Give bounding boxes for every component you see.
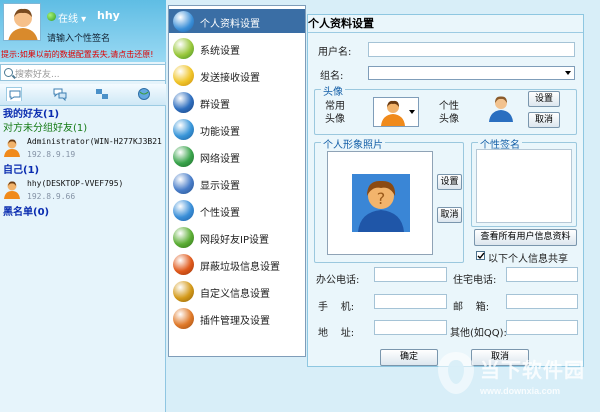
user-avatar[interactable] xyxy=(3,3,41,41)
contact-avatar-icon xyxy=(4,139,20,157)
home-phone-label: 住宅电话: xyxy=(453,275,497,286)
menu-item-function[interactable]: 功能设置 xyxy=(169,117,305,141)
office-phone-label: 办公电话: xyxy=(316,275,360,286)
restore-warning[interactable]: 提示:如果以前的数据配置丢失,请点击还原! xyxy=(0,49,166,61)
photo-set-button[interactable]: 设置 xyxy=(437,174,462,190)
signature-fieldset: 个性签名 xyxy=(471,136,577,227)
custom-avatar-icon xyxy=(487,94,515,122)
mobile-label: 手 机: xyxy=(318,302,355,313)
menu-item-plugin[interactable]: 插件管理及设置 xyxy=(169,306,305,330)
photo-legend: 个人形象照片 xyxy=(321,136,385,151)
avatar-fieldset: 头像 常用 头像 个性 头像 设置 取消 xyxy=(314,83,577,135)
online-status-icon[interactable] xyxy=(47,12,56,21)
photo-cancel-button[interactable]: 取消 xyxy=(437,207,462,223)
avatar-cancel-button[interactable]: 取消 xyxy=(528,112,560,128)
contact-pane: 在线 ▾ hhy 请输入个性签名 提示:如果以前的数据配置丢失,请点击还原! 搜… xyxy=(0,0,166,412)
username-input[interactable] xyxy=(368,42,575,57)
menu-item-display[interactable]: 显示设置 xyxy=(169,171,305,195)
contact-tabs xyxy=(0,84,166,106)
function-icon xyxy=(173,119,194,140)
address-input[interactable] xyxy=(374,320,447,335)
share-checkbox[interactable] xyxy=(476,251,485,260)
contact-name: Administrator(WIN-H277KJ3B21 xyxy=(27,137,162,146)
tab-group-chat-icon[interactable] xyxy=(52,87,68,102)
ip-icon xyxy=(173,227,194,248)
custom-avatar-label: 个性 头像 xyxy=(439,101,459,125)
profile-settings-panel: 个人资料设置 用户名: 组名: 头像 常用 头像 个性 头像 设置 取消 个人形… xyxy=(307,14,584,367)
contact-groups: 我的好友(1) 对方未分组好友(1) Administrator(WIN-H27… xyxy=(0,108,166,220)
group-label: 组名: xyxy=(320,71,344,82)
tab-chat-icon[interactable] xyxy=(6,87,22,101)
address-label: 地 址: xyxy=(318,328,355,339)
photo-fieldset: 个人形象照片 ? 设置 取消 xyxy=(314,136,464,263)
settings-menu: 个人资料设置 系统设置 发送接收设置 群设置 功能设置 网络设置 显示设置 个性… xyxy=(168,5,306,357)
chevron-down-icon xyxy=(562,67,574,79)
default-avatar-icon: ? xyxy=(352,174,410,232)
ok-button[interactable]: 确定 xyxy=(380,349,438,366)
menu-item-block[interactable]: 屏蔽垃圾信息设置 xyxy=(169,252,305,276)
block-icon xyxy=(173,254,194,275)
menu-item-system[interactable]: 系统设置 xyxy=(169,36,305,60)
group-blacklist[interactable]: 黑名单(0) xyxy=(0,206,166,220)
contact-avatar-icon xyxy=(4,181,20,199)
avatar-icon xyxy=(381,100,405,126)
custom-icon xyxy=(173,281,194,302)
menu-item-custom[interactable]: 自定义信息设置 xyxy=(169,279,305,303)
network-icon xyxy=(173,146,194,167)
contact-ip: 192.8.9.66 xyxy=(27,192,76,201)
view-all-users-button[interactable]: 查看所有用户信息资料 xyxy=(474,229,577,246)
menu-item-send-receive[interactable]: 发送接收设置 xyxy=(169,63,305,87)
email-input[interactable] xyxy=(506,294,578,309)
search-icon xyxy=(4,68,13,77)
group-ungrouped[interactable]: 对方未分组好友(1) xyxy=(0,122,166,136)
home-phone-input[interactable] xyxy=(506,267,578,282)
tab-contacts-icon[interactable] xyxy=(94,87,110,101)
group-self[interactable]: 自己(1) xyxy=(0,164,166,178)
contact-ip: 192.8.9.19 xyxy=(27,150,76,159)
svg-text:?: ? xyxy=(377,189,386,208)
tab-globe-icon[interactable] xyxy=(136,87,152,101)
profile-icon xyxy=(173,11,194,32)
share-label: 以下个人信息共享 xyxy=(488,254,568,265)
group-icon xyxy=(173,92,194,113)
avatar-legend: 头像 xyxy=(321,83,345,98)
signature-textarea[interactable] xyxy=(476,149,572,223)
system-icon xyxy=(173,38,194,59)
common-avatar-select[interactable] xyxy=(373,97,419,127)
mobile-input[interactable] xyxy=(374,294,447,309)
personal-icon xyxy=(173,200,194,221)
user-name: hhy xyxy=(97,9,120,22)
other-input[interactable] xyxy=(506,320,578,335)
plugin-icon xyxy=(173,308,194,329)
other-label: 其他(如QQ): xyxy=(450,328,507,339)
contact-name: hhy(DESKTOP-VVEF795) xyxy=(27,179,124,188)
contact-item[interactable]: hhy(DESKTOP-VVEF795) 192.8.9.66 xyxy=(0,178,166,206)
email-label: 邮 箱: xyxy=(453,302,490,313)
search-placeholder: 搜索好友... xyxy=(15,70,60,80)
menu-item-personal[interactable]: 个性设置 xyxy=(169,198,305,222)
send-receive-icon xyxy=(173,65,194,86)
menu-item-ip[interactable]: 网段好友IP设置 xyxy=(169,225,305,249)
menu-item-group[interactable]: 群设置 xyxy=(169,90,305,114)
friend-search-input[interactable]: 搜索好友... xyxy=(0,64,166,81)
watermark-url: www.downxia.com xyxy=(480,386,561,396)
cancel-button[interactable]: 取消 xyxy=(471,349,529,366)
chevron-down-icon xyxy=(406,106,418,118)
signature-input[interactable]: 请输入个性签名 xyxy=(47,31,110,44)
office-phone-input[interactable] xyxy=(374,267,447,282)
menu-item-network[interactable]: 网络设置 xyxy=(169,144,305,168)
avatar-set-button[interactable]: 设置 xyxy=(528,91,560,107)
display-icon xyxy=(173,173,194,194)
group-my-friends[interactable]: 我的好友(1) xyxy=(0,108,166,122)
group-select[interactable] xyxy=(368,66,575,80)
username-label: 用户名: xyxy=(318,47,352,58)
panel-title: 个人资料设置 xyxy=(308,15,583,33)
menu-item-profile[interactable]: 个人资料设置 xyxy=(169,9,305,33)
user-header: 在线 ▾ hhy 请输入个性签名 提示:如果以前的数据配置丢失,请点击还原! xyxy=(0,0,166,62)
status-selector[interactable]: 在线 ▾ xyxy=(58,10,86,25)
check-icon xyxy=(477,252,485,260)
contact-item[interactable]: Administrator(WIN-H277KJ3B21 192.8.9.19 xyxy=(0,136,166,164)
common-avatar-label: 常用 头像 xyxy=(325,101,345,125)
personal-photo[interactable]: ? xyxy=(327,151,433,255)
